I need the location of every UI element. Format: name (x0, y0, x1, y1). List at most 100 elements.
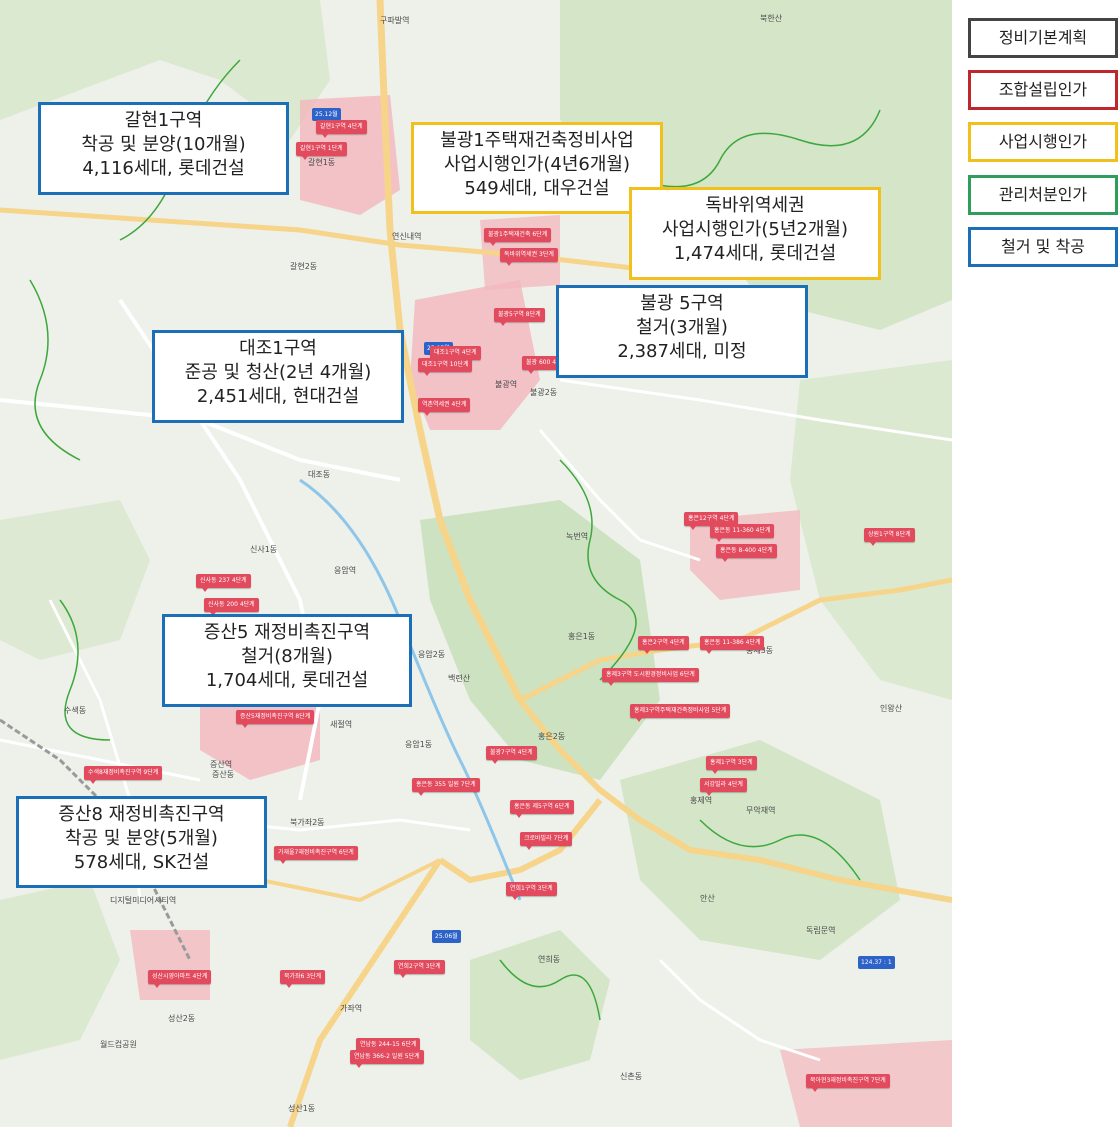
label-bukhansan: 북한산 (760, 14, 783, 23)
label-muakjae-station: 무악재역 (746, 806, 776, 815)
project-pin[interactable]: 홍제1구역 3단계 (706, 756, 757, 774)
callout-stage: 사업시행인가(5년2개월) (662, 219, 848, 240)
project-pin[interactable]: 홍은동 제5구역 6단계 (510, 800, 574, 818)
project-pin[interactable]: 홍은동 355 일원 7단계 (412, 778, 480, 796)
project-pin[interactable]: 북아현3재정비촉진구역 7단계 (806, 1074, 890, 1092)
project-pin[interactable]: 홍제3구역주택재건축정비사업 5단계 (630, 704, 731, 722)
project-pin[interactable]: 신사동 237 4단계 (196, 574, 251, 592)
station-badge: 124.37 : 1 (858, 956, 895, 969)
project-pin[interactable]: 불광1주택재건축 6단계 (484, 228, 552, 246)
map-canvas[interactable]: 갈현1동 갈현2동 불광2동 대조동 신사1동 응암2동 응암1동 증산동 수색… (0, 0, 952, 1127)
label-sinchondong: 신촌동 (620, 1072, 643, 1081)
project-pin[interactable]: 성산시영아파트 4단계 (148, 970, 212, 988)
label-hongeun2dong: 홍은2동 (538, 732, 566, 741)
project-pin[interactable]: 홍은동 11-360 4단계 (710, 524, 775, 542)
label-bulgwang-station: 불광역 (495, 380, 518, 389)
legend-item-demolition-construction[interactable]: 철거 및 착공 (968, 227, 1118, 267)
project-pin[interactable]: 서강빌라 4단계 (700, 778, 747, 796)
label-nokbeon-station: 녹번역 (566, 532, 589, 541)
label-susaekdong: 수색동 (64, 706, 87, 715)
callout-summary: 549세대, 대우건설 (464, 178, 610, 199)
project-pin[interactable]: 수색8재정비촉진구역 9단계 (84, 766, 163, 784)
callout-stage: 착공 및 분양(5개월) (65, 828, 218, 849)
legend-item-basic-plan[interactable]: 정비기본계획 (968, 18, 1118, 58)
callout-bulgwang1: 불광1주택재건축정비사업 사업시행인가(4년6개월) 549세대, 대우건설 (411, 122, 663, 214)
callout-jeungsan5: 증산5 재정비촉진구역 철거(8개월) 1,704세대, 롯데건설 (162, 614, 412, 707)
project-pin[interactable]: 가재울7재정비촉진구역 6단계 (274, 846, 358, 864)
label-seongsan2dong: 성산2동 (168, 1014, 196, 1023)
label-jeungsandong: 증산동 (212, 770, 235, 779)
label-saejeol-station: 새절역 (330, 720, 353, 729)
label-sinsa1dong: 신사1동 (250, 545, 278, 554)
callout-dokbawi: 독바위역세권 사업시행인가(5년2개월) 1,474세대, 롯데건설 (629, 187, 881, 280)
label-ansan: 안산 (700, 894, 715, 903)
callout-summary: 2,387세대, 미정 (617, 341, 747, 362)
project-pin[interactable]: 신사동 200 4단계 (204, 598, 259, 616)
project-pin[interactable]: 연남동 366-2 일원 5단계 (350, 1050, 424, 1068)
callout-stage: 철거(3개월) (636, 317, 728, 338)
callout-summary: 2,451세대, 현대건설 (196, 386, 360, 407)
project-pin[interactable]: 홍제3구역 도시환경정비사업 6단계 (602, 668, 699, 686)
label-eungam-station: 응암역 (334, 566, 357, 575)
label-world-cup-park: 월드컵공원 (100, 1040, 137, 1049)
callout-bulgwang5: 불광 5구역 철거(3개월) 2,387세대, 미정 (556, 285, 808, 378)
callout-summary: 4,116세대, 롯데건설 (82, 158, 245, 179)
label-yeonsinnae-station: 연신내역 (392, 232, 422, 241)
project-pin[interactable]: 북가좌6 3단계 (280, 970, 326, 988)
callout-title: 대조1구역 (239, 338, 317, 359)
project-pin[interactable]: 크로바빌라 7단계 (520, 832, 573, 850)
project-pin[interactable]: 홍은동 11-386 4단계 (700, 636, 765, 654)
label-hongje-station: 홍제역 (690, 796, 713, 805)
callout-jeungsan8: 증산8 재정비촉진구역 착공 및 분양(5개월) 578세대, SK건설 (16, 796, 267, 888)
stage-legend: 정비기본계획 조합설립인가 사업시행인가 관리처분인가 철거 및 착공 (952, 0, 1120, 1127)
label-daejodong: 대조동 (308, 470, 331, 479)
label-bulgwang2dong: 불광2동 (530, 388, 558, 397)
label-gajwa-station: 가좌역 (340, 1004, 363, 1013)
label-galhyeon2dong: 갈현2동 (290, 262, 318, 271)
label-eungam2dong: 응암2동 (418, 650, 446, 659)
label-jeungsan-station: 증산역 (210, 760, 233, 769)
callout-title: 독바위역세권 (705, 195, 805, 216)
label-bukgajwa2dong: 북가좌2동 (290, 818, 325, 827)
station-badge: 25.06월 (432, 930, 461, 943)
label-yeonhuidong: 연희동 (538, 955, 561, 964)
project-pin[interactable]: 불광7구역 4단계 (486, 746, 537, 764)
project-pin[interactable]: 갈현1구역 4단계 (316, 120, 367, 138)
callout-title: 불광 5구역 (640, 293, 724, 314)
callout-title: 증산5 재정비촉진구역 (203, 622, 371, 643)
project-pin[interactable]: 증산5재정비촉진구역 8단계 (236, 710, 315, 728)
callout-summary: 578세대, SK건설 (73, 852, 210, 873)
label-digital-media-city-station: 디지털미디어시티역 (110, 896, 177, 905)
callout-stage: 사업시행인가(4년6개월) (444, 154, 630, 175)
project-pin[interactable]: 갈현1구역 1단계 (296, 142, 347, 160)
legend-item-management-disposal[interactable]: 관리처분인가 (968, 175, 1118, 215)
callout-daejo1: 대조1구역 준공 및 청산(2년 4개월) 2,451세대, 현대건설 (152, 330, 404, 423)
callout-summary: 1,704세대, 롯데건설 (205, 670, 369, 691)
label-baengnyeonsan: 백련산 (448, 674, 471, 683)
project-pin[interactable]: 홍은2구역 4단계 (638, 636, 689, 654)
label-dokribmun-station: 독립문역 (806, 926, 836, 935)
label-galhyeon1dong: 갈현1동 (308, 158, 336, 167)
callout-title: 갈현1구역 (124, 110, 203, 131)
project-pin[interactable]: 상원1구역 8단계 (864, 528, 915, 546)
map-figure: 갈현1동 갈현2동 불광2동 대조동 신사1동 응암2동 응암1동 증산동 수색… (0, 0, 1120, 1127)
project-pin[interactable]: 독바위역세권 3단계 (500, 248, 558, 266)
callout-stage: 착공 및 분양(10개월) (81, 134, 246, 155)
callout-summary: 1,474세대, 롯데건설 (673, 243, 837, 264)
label-inwangsan: 인왕산 (880, 704, 903, 713)
project-pin[interactable]: 대조1구역 10단계 (418, 358, 473, 376)
callout-title: 증산8 재정비촉진구역 (58, 804, 225, 825)
label-hongeun1dong: 홍은1동 (568, 632, 596, 641)
project-pin[interactable]: 홍은동 8-400 4단계 (716, 544, 777, 562)
project-pin[interactable]: 연희1구역 3단계 (506, 882, 557, 900)
project-pin[interactable]: 역촌역세권 4단계 (418, 398, 471, 416)
callout-galhyeon1: 갈현1구역 착공 및 분양(10개월) 4,116세대, 롯데건설 (38, 102, 289, 195)
callout-stage: 준공 및 청산(2년 4개월) (184, 362, 372, 383)
project-pin[interactable]: 불광5구역 8단계 (494, 308, 545, 326)
project-pin[interactable]: 연희2구역 3단계 (394, 960, 445, 978)
legend-item-project-approval[interactable]: 사업시행인가 (968, 122, 1118, 162)
legend-item-union-approval[interactable]: 조합설립인가 (968, 70, 1118, 110)
label-gupabal-station: 구파발역 (380, 16, 410, 25)
callout-stage: 철거(8개월) (241, 646, 333, 667)
callout-title: 불광1주택재건축정비사업 (440, 130, 634, 151)
